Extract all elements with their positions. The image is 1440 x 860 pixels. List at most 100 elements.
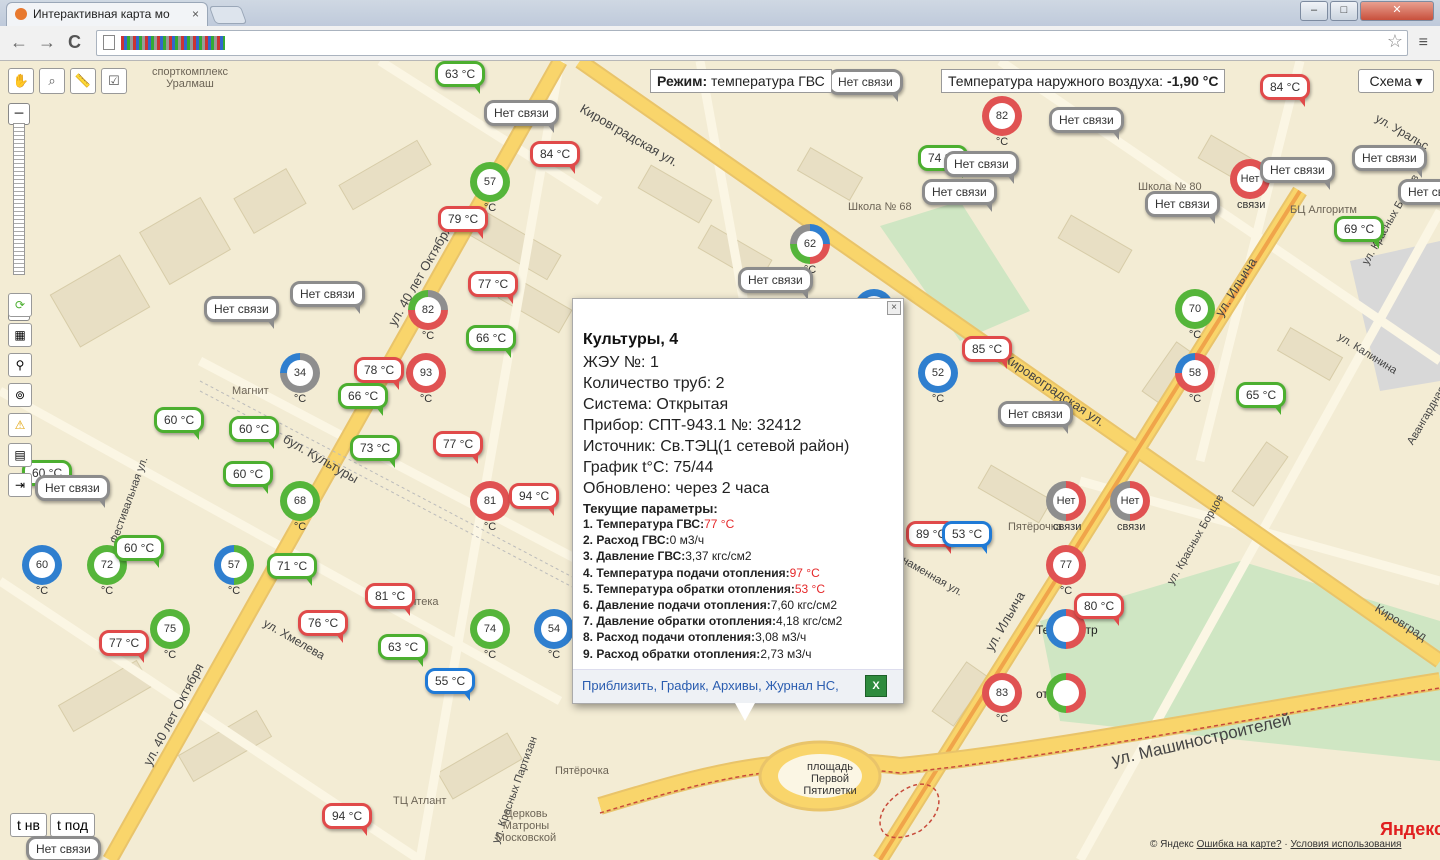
- heat-point-marker[interactable]: 76 °C: [298, 610, 349, 643]
- heat-point-donut[interactable]: 93 °C: [406, 353, 446, 405]
- heat-point-marker[interactable]: 60 °C: [114, 535, 165, 568]
- pan-hand-icon[interactable]: ✋: [8, 68, 34, 94]
- zoom-slider[interactable]: [13, 123, 25, 275]
- back-icon[interactable]: ←: [10, 32, 28, 53]
- tap-icon[interactable]: ⚲: [8, 353, 32, 377]
- heat-point-donut[interactable]: 34 °C: [280, 353, 320, 405]
- warning-icon[interactable]: ⚠: [8, 413, 32, 437]
- reload-icon[interactable]: C: [68, 32, 81, 53]
- heat-point-marker[interactable]: 77 °C: [468, 271, 519, 304]
- heat-point-marker[interactable]: 77 °C: [433, 431, 484, 464]
- maximize-button[interactable]: □: [1330, 1, 1358, 21]
- address-bar[interactable]: ☆: [96, 30, 1408, 56]
- heat-point-marker[interactable]: 77 °C: [99, 630, 150, 663]
- ruler-icon[interactable]: 📏: [70, 68, 96, 94]
- heat-point-marker[interactable]: 60 °C: [229, 416, 280, 449]
- heat-point-marker[interactable]: 60 °C: [223, 461, 274, 494]
- heat-point-marker[interactable]: Нет связи: [290, 281, 365, 314]
- heat-point-donut[interactable]: 82 °C: [408, 290, 448, 342]
- calendar-icon[interactable]: ▦: [8, 323, 32, 347]
- heat-point-marker[interactable]: 66 °C: [338, 383, 389, 416]
- heat-point-marker[interactable]: Нет связи: [35, 475, 110, 508]
- popup-actions-links[interactable]: Приблизить, График, Архивы, Журнал НС,: [582, 678, 839, 693]
- schema-dropdown[interactable]: Схема ▾: [1358, 69, 1434, 93]
- browser-tab[interactable]: Интерактивная карта мо ×: [6, 2, 208, 27]
- heat-point-marker[interactable]: Нет связи: [944, 151, 1019, 184]
- heat-point-marker[interactable]: 69 °C: [1334, 216, 1385, 249]
- heat-point-donut[interactable]: 54 °C: [534, 609, 574, 661]
- heat-point-marker[interactable]: Нет связи: [922, 179, 997, 212]
- error-report-link[interactable]: Ошибка на карте?: [1197, 839, 1282, 850]
- checklist-icon[interactable]: ☑: [101, 68, 127, 94]
- heat-point-marker[interactable]: 60 °C: [154, 407, 205, 440]
- browser-menu-icon[interactable]: ≡: [1419, 34, 1428, 52]
- zoom-control[interactable]: − +: [8, 99, 30, 321]
- heat-point-donut[interactable]: 68 °C: [280, 481, 320, 533]
- heat-point-donut[interactable]: 57 °C: [214, 545, 254, 597]
- minimize-button[interactable]: –: [1300, 1, 1328, 21]
- heat-point-marker[interactable]: 63 °C: [378, 634, 429, 667]
- heat-point-marker[interactable]: 84 °C: [530, 141, 581, 174]
- binoculars-icon[interactable]: ⊚: [8, 383, 32, 407]
- t-pod-button[interactable]: t под: [50, 813, 96, 837]
- heat-point-marker[interactable]: Нет связи: [828, 69, 903, 102]
- document-icon[interactable]: ▤: [8, 443, 32, 467]
- heat-point-marker[interactable]: Нет связи: [1260, 157, 1335, 190]
- heat-point-donut[interactable]: 70 °C: [1175, 289, 1215, 341]
- map-canvas[interactable]: Кировградская ул. Кировоградская ул. ул.…: [0, 61, 1440, 860]
- bookmark-star-icon[interactable]: ☆: [1387, 31, 1403, 52]
- refresh-icon[interactable]: ⟳: [8, 293, 32, 317]
- heat-point-marker[interactable]: 53 °C: [942, 521, 993, 554]
- heat-point-marker[interactable]: 81 °C: [365, 583, 416, 616]
- tab-close-icon[interactable]: ×: [192, 7, 199, 21]
- heat-point-donut[interactable]: 81 °C: [470, 481, 510, 533]
- heat-point-marker[interactable]: 94 °C: [322, 803, 373, 836]
- heat-point-donut[interactable]: 75 °C: [150, 609, 190, 661]
- heat-point-donut[interactable]: 58 °C: [1175, 353, 1215, 405]
- heat-point-donut[interactable]: [1046, 673, 1086, 713]
- magnifier-icon[interactable]: ⌕: [39, 68, 65, 94]
- t-nv-button[interactable]: t нв: [10, 813, 47, 837]
- heat-point-donut[interactable]: 60 °C: [22, 545, 62, 597]
- close-window-button[interactable]: ✕: [1360, 1, 1434, 21]
- heat-point-donut[interactable]: Нет связи: [1110, 481, 1150, 533]
- popup-close-icon[interactable]: ×: [887, 301, 901, 315]
- terms-link[interactable]: Условия использования: [1290, 839, 1401, 850]
- heat-point-marker[interactable]: 84 °C: [1260, 74, 1311, 107]
- forward-icon[interactable]: →: [38, 32, 56, 53]
- heat-point-donut[interactable]: 82 °C: [982, 96, 1022, 148]
- new-tab-button[interactable]: [208, 6, 248, 24]
- heat-point-marker[interactable]: 63 °C: [435, 61, 486, 94]
- heat-point-marker[interactable]: 94 °C: [509, 483, 560, 516]
- heat-point-marker[interactable]: Нет связи: [204, 296, 279, 329]
- heat-point-marker[interactable]: 73 °C: [350, 435, 401, 468]
- heat-point-marker[interactable]: 78 °C: [354, 357, 405, 390]
- heat-point-marker[interactable]: 80 °C: [1074, 593, 1125, 626]
- heat-point-donut[interactable]: 57 °C: [470, 162, 510, 214]
- heat-point-marker[interactable]: Нет связи: [484, 100, 559, 133]
- poi-label: Пятёрочка: [555, 765, 609, 777]
- heat-point-marker[interactable]: 66 °C: [466, 325, 517, 358]
- heat-point-marker[interactable]: 55 °C: [425, 668, 476, 701]
- heat-point-donut[interactable]: 77 °C: [1046, 545, 1086, 597]
- heat-point-marker[interactable]: Нет связи: [26, 836, 101, 860]
- heat-point-marker[interactable]: 79 °C: [438, 206, 489, 239]
- heat-point-donut[interactable]: 74 °C: [470, 609, 510, 661]
- heat-point-marker[interactable]: 65 °C: [1236, 382, 1287, 415]
- heat-point-donut[interactable]: Нет связи: [1046, 481, 1086, 533]
- excel-icon[interactable]: X: [865, 675, 887, 697]
- heat-point-marker[interactable]: Нет связи: [1352, 145, 1427, 178]
- heat-point-marker[interactable]: 71 °C: [267, 553, 318, 586]
- heat-point-marker[interactable]: Нет связи: [738, 267, 813, 300]
- export-icon[interactable]: ⇥: [8, 473, 32, 497]
- heat-point-donut[interactable]: 83 °C: [982, 673, 1022, 725]
- heat-point-marker[interactable]: Нет связи: [1049, 107, 1124, 140]
- heat-point-marker[interactable]: Нет связи: [1145, 191, 1220, 224]
- heat-point-donut[interactable]: 52 °C: [918, 353, 958, 405]
- heat-point-marker[interactable]: Нет связи: [1398, 179, 1440, 205]
- heat-point-marker[interactable]: 85 °C: [962, 336, 1013, 369]
- heat-point-marker[interactable]: Нет связи: [998, 401, 1073, 434]
- zoom-out-button[interactable]: −: [8, 103, 30, 125]
- heat-point-donut[interactable]: 62 °C: [790, 224, 830, 276]
- mode-value: температура ГВС: [711, 73, 825, 89]
